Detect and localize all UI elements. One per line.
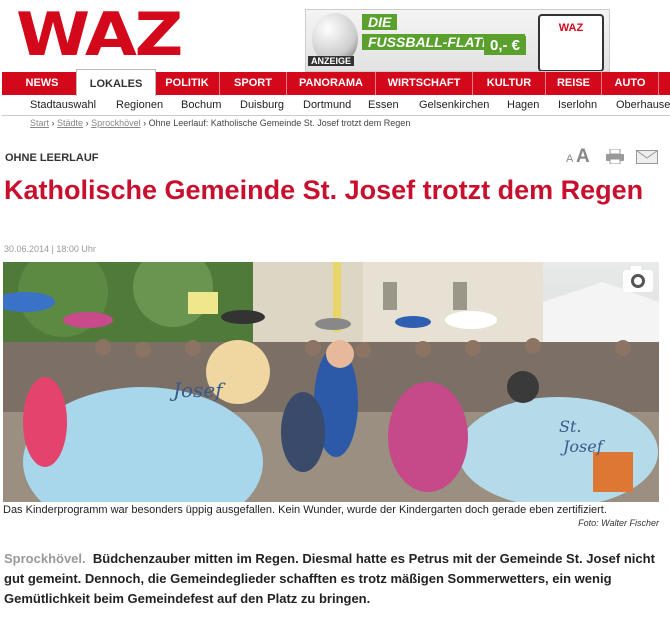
ad-price: 0,- € <box>484 36 527 55</box>
shirt-text-right-2: Josef <box>560 437 606 456</box>
breadcrumb-staedte[interactable]: Städte <box>57 118 83 128</box>
nav-auto[interactable]: AUTO <box>602 72 659 95</box>
photo-illustration: Josef St. Josef <box>3 262 659 502</box>
subnav-dortmund[interactable]: Dortmund <box>303 95 351 115</box>
subnav-stadtauswahl[interactable]: Stadtauswahl <box>30 95 96 115</box>
article-lead-text: Büdchenzauber mitten im Regen. Diesmal h… <box>4 551 655 606</box>
photo-credit: Foto: Walter Fischer <box>578 518 659 528</box>
article-location: Sprockhövel. <box>4 551 86 566</box>
subnav-duisburg[interactable]: Duisburg <box>240 95 284 115</box>
mail-icon[interactable] <box>636 150 658 164</box>
nav-kultur[interactable]: KULTUR <box>473 72 546 95</box>
shirt-text-left: Josef <box>169 378 226 402</box>
breadcrumb-start[interactable]: Start <box>30 118 49 128</box>
site-header: WAZ ANZEIGE DIE FUSSBALL-FLATRATE 0,- € … <box>0 0 670 72</box>
subnav-essen[interactable]: Essen <box>368 95 399 115</box>
print-icon[interactable] <box>606 149 624 164</box>
phone-icon: WAZ <box>538 14 604 71</box>
main-nav: NEWS LOKALES POLITIK SPORT PANORAMA WIRT… <box>2 69 670 96</box>
nav-sport[interactable]: SPORT <box>220 72 287 95</box>
advertisement-banner[interactable]: ANZEIGE DIE FUSSBALL-FLATRATE 0,- € WAZ <box>305 9 610 72</box>
subnav-hagen[interactable]: Hagen <box>507 95 539 115</box>
nav-lokales[interactable]: LOKALES <box>76 69 156 96</box>
font-increase-button[interactable]: A <box>576 146 590 168</box>
shirt-text-right-1: St. <box>559 417 581 436</box>
subnav-gelsenkirchen[interactable]: Gelsenkirchen <box>419 95 489 115</box>
nav-news[interactable]: NEWS <box>2 72 83 95</box>
font-decrease-button[interactable]: A <box>566 153 573 165</box>
nav-panorama[interactable]: PANORAMA <box>287 72 376 95</box>
ad-line-1: DIE <box>362 14 398 30</box>
subnav-bochum[interactable]: Bochum <box>181 95 221 115</box>
nav-politik[interactable]: POLITIK <box>155 72 220 95</box>
nav-reise[interactable]: REISE <box>546 72 602 95</box>
photo-caption: Das Kinderprogramm war besonders üppig a… <box>3 504 607 516</box>
breadcrumb-city[interactable]: Sprockhövel <box>91 118 141 128</box>
ad-badge: ANZEIGE <box>308 56 355 66</box>
subnav-regionen[interactable]: Regionen <box>116 95 163 115</box>
article-lead: Sprockhövel. Büdchenzauber mitten im Reg… <box>4 549 659 609</box>
article-kicker: OHNE LEERLAUF <box>5 152 99 164</box>
breadcrumb: Start › Städte › Sprockhövel › Ohne Leer… <box>30 118 411 128</box>
waz-logo[interactable]: WAZ <box>16 4 183 66</box>
article-title: Katholische Gemeinde St. Josef trotzt de… <box>4 175 644 205</box>
sub-nav: Stadtauswahl Regionen Bochum Duisburg Do… <box>2 95 670 116</box>
nav-wirtschaft[interactable]: WIRTSCHAFT <box>376 72 473 95</box>
article-photo[interactable]: Josef St. Josef <box>3 262 659 502</box>
article-date: 30.06.2014 | 18:00 Uhr <box>4 244 96 254</box>
subnav-iserlohn[interactable]: Iserlohn <box>558 95 597 115</box>
breadcrumb-current: Ohne Leerlauf: Katholische Gemeinde St. … <box>148 118 411 128</box>
subnav-oberhausen[interactable]: Oberhausen <box>616 95 670 115</box>
